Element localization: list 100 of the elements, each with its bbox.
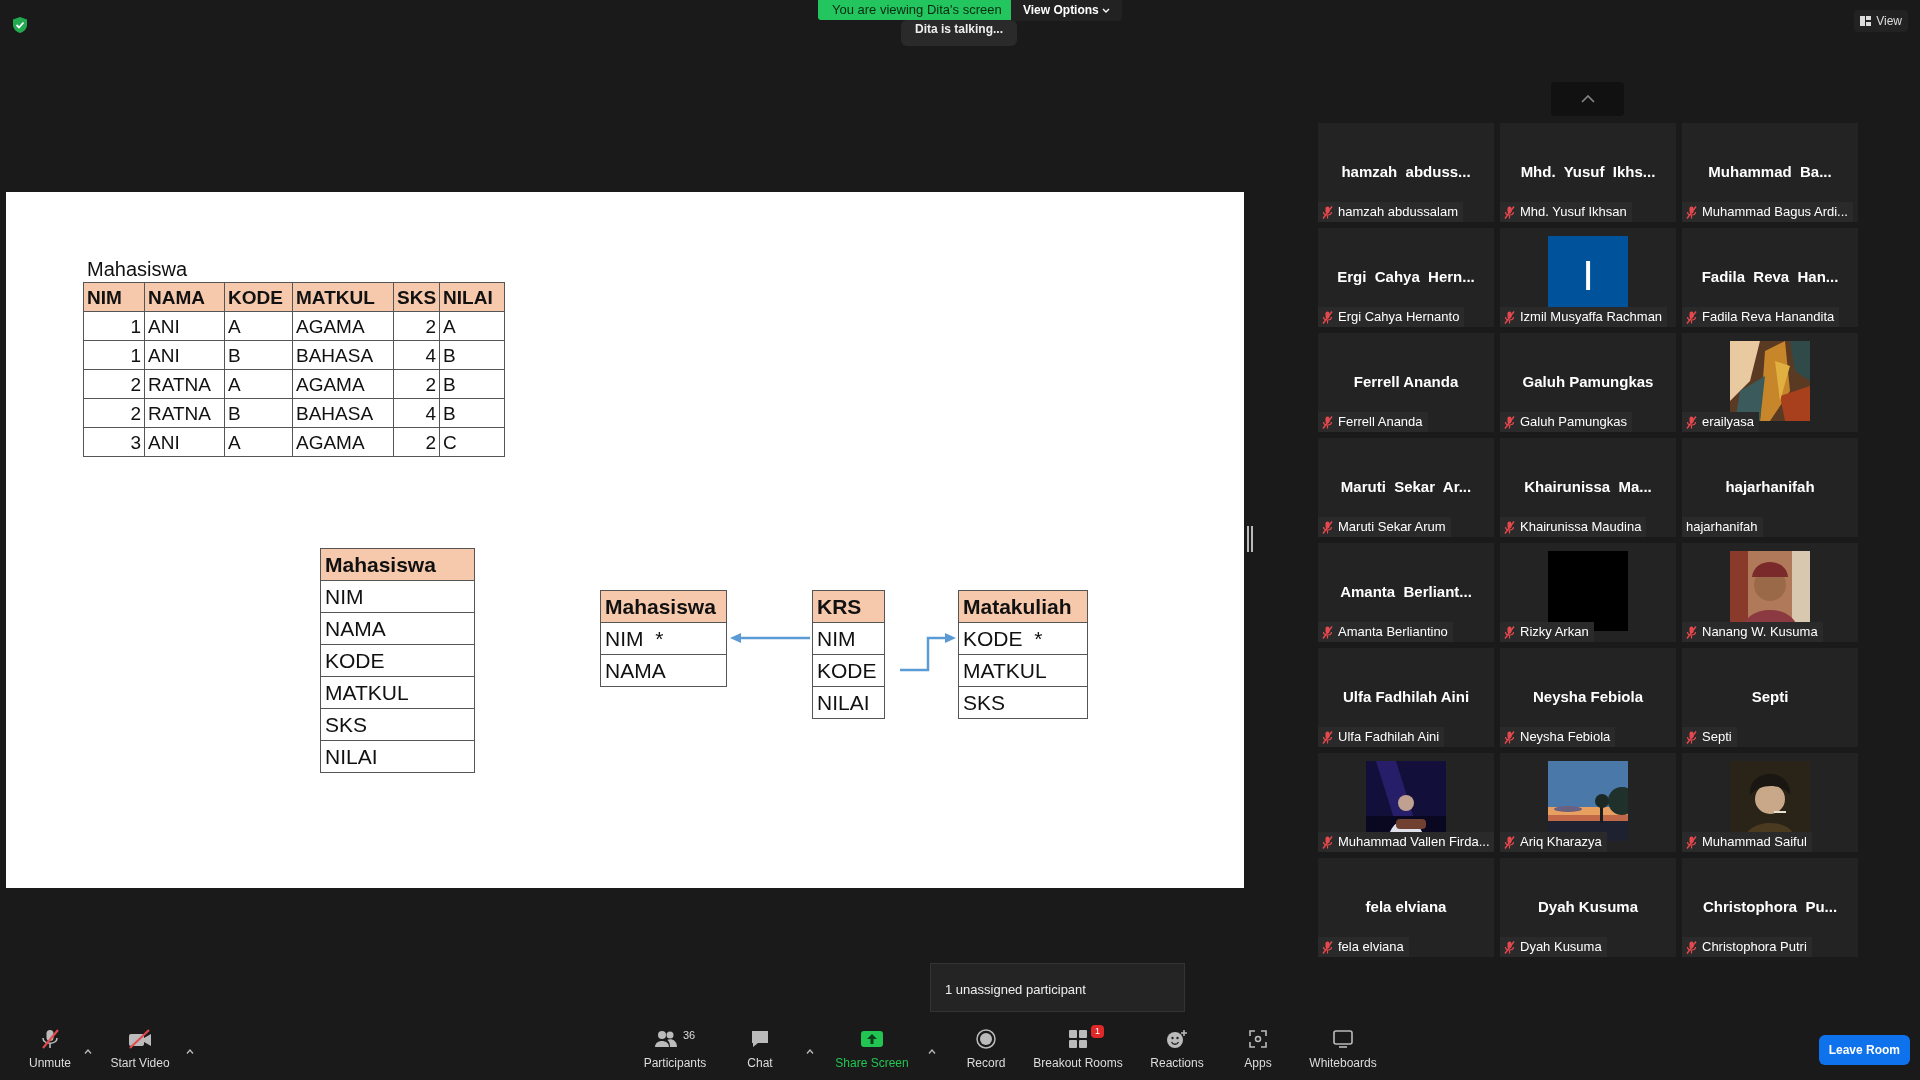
people-icon bbox=[654, 1030, 677, 1048]
table-cell: 2 bbox=[393, 369, 440, 399]
table-cell: 1 bbox=[83, 340, 145, 370]
participant-tile[interactable]: Muhammad Ba... Muhammad Bagus Ardi... bbox=[1682, 123, 1858, 222]
participant-label: Ferrell Ananda bbox=[1338, 414, 1423, 430]
reactions-button[interactable]: Reactions bbox=[1140, 1028, 1214, 1072]
table-cell: C bbox=[439, 427, 505, 457]
participant-tile[interactable]: Neysha Febiola Neysha Febiola bbox=[1500, 648, 1676, 747]
toolbar-label: Unmute bbox=[29, 1055, 71, 1072]
participant-label: Nanang W. Kusuma bbox=[1702, 624, 1818, 640]
participant-tile[interactable]: Khairunissa Ma... Khairunissa Maudina bbox=[1500, 438, 1676, 537]
participant-name: Septi bbox=[1751, 687, 1789, 707]
table-cell: A bbox=[224, 427, 293, 457]
toolbar-label: Whiteboards bbox=[1309, 1055, 1377, 1072]
entity-field: NAMA bbox=[600, 654, 727, 687]
participant-tile[interactable]: Ergi Cahya Hern... Ergi Cahya Hernanto bbox=[1318, 228, 1494, 327]
participant-name: Galuh Pamungkas bbox=[1522, 372, 1654, 392]
participant-name: hamzah abduss... bbox=[1341, 162, 1471, 182]
participant-tile[interactable]: Galuh Pamungkas Galuh Pamungkas bbox=[1500, 333, 1676, 432]
participant-name: Muhammad Ba... bbox=[1708, 162, 1832, 182]
entity-field: NILAI bbox=[812, 686, 885, 719]
toolbar-label: Breakout Rooms bbox=[1033, 1055, 1123, 1072]
record-button[interactable]: Record bbox=[956, 1028, 1016, 1072]
participant-name: Neysha Febiola bbox=[1532, 687, 1643, 707]
entity-field: NAMA bbox=[320, 612, 475, 645]
entity-title: Mahasiswa bbox=[320, 548, 475, 581]
entity-field: NIM bbox=[320, 580, 475, 613]
toolbar-label: Reactions bbox=[1150, 1055, 1204, 1072]
smiley-icon bbox=[1166, 1029, 1188, 1049]
table-cell: 1 bbox=[83, 311, 145, 341]
participant-label: Muhammad Saiful bbox=[1702, 834, 1807, 850]
table-cell: A bbox=[224, 369, 293, 399]
table-cell: 4 bbox=[393, 398, 440, 428]
leave-room-button[interactable]: Leave Room bbox=[1818, 1035, 1910, 1065]
view-button[interactable]: View bbox=[1854, 10, 1908, 32]
table-cell: 2 bbox=[83, 398, 145, 428]
participant-label: Muhammad Vallen Firda... bbox=[1338, 834, 1490, 850]
participant-name: Amanta Berliant... bbox=[1340, 582, 1472, 602]
muted-camera-icon bbox=[128, 1029, 152, 1049]
participant-tile[interactable]: Septi Septi bbox=[1682, 648, 1858, 747]
participant-label: Galuh Pamungkas bbox=[1520, 414, 1627, 430]
participant-tile[interactable]: hamzah abduss... hamzah abdussalam bbox=[1318, 123, 1494, 222]
participants-button[interactable]: 36 Participants bbox=[632, 1028, 718, 1072]
whiteboards-button[interactable]: Whiteboards bbox=[1302, 1028, 1384, 1072]
participant-label: Ulfa Fadhilah Aini bbox=[1338, 729, 1440, 745]
table-cell: BAHASA bbox=[292, 340, 394, 370]
toolbar-label: Record bbox=[966, 1055, 1006, 1072]
apps-button[interactable]: Apps bbox=[1228, 1028, 1288, 1072]
resize-handle[interactable] bbox=[1247, 526, 1253, 552]
caret-icon bbox=[186, 1048, 194, 1054]
unassigned-popup: 1 unassigned participant bbox=[930, 963, 1185, 1012]
participant-tile[interactable]: Rizky Arkan bbox=[1500, 543, 1676, 642]
entity-field: SKS bbox=[320, 708, 475, 741]
participant-tile[interactable]: Muhammad Saiful bbox=[1682, 753, 1858, 852]
participant-name: Ferrell Ananda bbox=[1353, 372, 1459, 392]
chat-button[interactable]: Chat bbox=[732, 1028, 788, 1072]
entity-field: SKS bbox=[958, 686, 1088, 719]
participant-tile[interactable]: Fadila Reva Han... Fadila Reva Hanandita bbox=[1682, 228, 1858, 327]
participant-tile[interactable]: hajarhanifah hajarhanifah bbox=[1682, 438, 1858, 537]
participant-tile[interactable]: Amanta Berliant... Amanta Berliantino bbox=[1318, 543, 1494, 642]
whiteboard-icon bbox=[1332, 1029, 1354, 1049]
toolbar-label: Share Screen bbox=[835, 1055, 909, 1072]
muted-mic-icon bbox=[39, 1028, 61, 1050]
table-cell: AGAMA bbox=[292, 311, 394, 341]
view-options-button[interactable]: View Options bbox=[1011, 0, 1123, 21]
chat-icon bbox=[750, 1029, 770, 1049]
participant-tile[interactable]: Nanang W. Kusuma bbox=[1682, 543, 1858, 642]
participant-label: Khairunissa Maudina bbox=[1520, 519, 1642, 535]
caret-icon bbox=[806, 1048, 814, 1054]
shield-icon[interactable] bbox=[12, 15, 28, 34]
participant-tile[interactable]: fela elviana fela elviana bbox=[1318, 858, 1494, 957]
participant-tile[interactable]: Ulfa Fadhilah Aini Ulfa Fadhilah Aini bbox=[1318, 648, 1494, 747]
share-screen-icon bbox=[861, 1030, 883, 1048]
table-cell: 2 bbox=[393, 427, 440, 457]
table-cell: 3 bbox=[83, 427, 145, 457]
participant-label: Fadila Reva Hanandita bbox=[1702, 309, 1835, 325]
participant-tile[interactable]: Ferrell Ananda Ferrell Ananda bbox=[1318, 333, 1494, 432]
toolbar-label: Participants bbox=[643, 1055, 707, 1072]
participant-tile[interactable]: Mhd. Yusuf Ikhs... Mhd. Yusuf Ikhsan bbox=[1500, 123, 1676, 222]
participant-tile[interactable]: Ariq Kharazya bbox=[1500, 753, 1676, 852]
participant-tile[interactable]: Muhammad Vallen Firda... bbox=[1318, 753, 1494, 852]
participant-label: hamzah abdussalam bbox=[1338, 204, 1458, 220]
caret-icon bbox=[928, 1048, 936, 1054]
participant-tile[interactable]: Christophora Pu... Christophora Putri bbox=[1682, 858, 1858, 957]
column-header: NAMA bbox=[144, 282, 225, 312]
table-cell: 4 bbox=[393, 340, 440, 370]
mic-button[interactable]: Unmute bbox=[20, 1028, 80, 1072]
breakout-button[interactable]: Breakout Rooms 1 bbox=[1030, 1028, 1126, 1072]
video-button[interactable]: Start Video bbox=[98, 1028, 182, 1072]
share-button[interactable]: Share Screen bbox=[834, 1028, 910, 1072]
table-cell: 2 bbox=[83, 369, 145, 399]
participant-label: fela elviana bbox=[1338, 939, 1404, 955]
grid-icon bbox=[1068, 1029, 1088, 1049]
participant-tile[interactable]: Dyah Kusuma Dyah Kusuma bbox=[1500, 858, 1676, 957]
table-cell: ANI bbox=[144, 340, 225, 370]
participant-tile[interactable]: erailyasa bbox=[1682, 333, 1858, 432]
participant-tile[interactable]: Maruti Sekar Ar... Maruti Sekar Arum bbox=[1318, 438, 1494, 537]
table-caption: Mahasiswa bbox=[87, 257, 188, 282]
participant-label: erailyasa bbox=[1702, 414, 1755, 430]
column-header: MATKUL bbox=[292, 282, 394, 312]
